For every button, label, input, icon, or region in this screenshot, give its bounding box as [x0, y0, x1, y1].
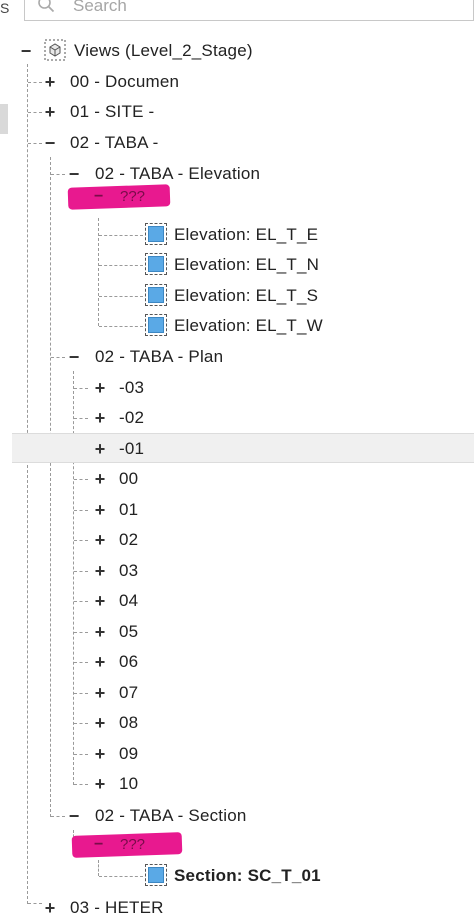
view-icon	[145, 253, 167, 275]
tree-node-label: 01	[119, 500, 139, 519]
redaction-mark: − ???	[67, 184, 171, 210]
collapse-toggle[interactable]: −	[67, 165, 81, 183]
tree-node-level[interactable]: + -03	[0, 373, 474, 403]
expand-toggle[interactable]: +	[93, 592, 107, 610]
tree-node-label: 02 - TABA -	[70, 133, 159, 152]
tree-node-label: 03	[119, 561, 139, 580]
expand-toggle[interactable]: +	[43, 103, 57, 121]
tree-node-view[interactable]: Elevation: EL_T_S	[0, 281, 474, 311]
expand-toggle[interactable]: +	[93, 531, 107, 549]
expand-toggle[interactable]: +	[93, 653, 107, 671]
tree-node-level[interactable]: + 07	[0, 678, 474, 708]
view-icon	[145, 223, 167, 245]
tree-node-level[interactable]: + 03	[0, 556, 474, 586]
expand-toggle[interactable]: +	[43, 73, 57, 91]
tree-node-label: Elevation: EL_T_S	[174, 286, 319, 305]
tree-node-level[interactable]: + 09	[0, 739, 474, 769]
tree-node-level[interactable]: + 00	[0, 464, 474, 494]
tree-node-level[interactable]: + 08	[0, 708, 474, 738]
tree-node-label: -02	[119, 408, 145, 427]
tree-node-label: 06	[119, 652, 139, 671]
tree-node-label: 05	[119, 622, 139, 641]
tree-node-label: ???	[120, 836, 146, 853]
tree-node-level[interactable]: + 01	[0, 495, 474, 525]
expand-toggle[interactable]: +	[93, 501, 107, 519]
tree-node-label: -03	[119, 378, 145, 397]
tree-node-level[interactable]: + 05	[0, 617, 474, 647]
collapse-toggle[interactable]: −	[94, 836, 103, 854]
expand-toggle[interactable]: +	[93, 379, 107, 397]
tree-node-view[interactable]: Elevation: EL_T_N	[0, 250, 474, 280]
expand-toggle[interactable]: +	[93, 714, 107, 732]
view-icon	[145, 284, 167, 306]
expand-toggle[interactable]: +	[93, 440, 107, 458]
tree-node-label: 04	[119, 591, 139, 610]
expand-toggle[interactable]: +	[93, 775, 107, 793]
tree-node-label: 02 - TABA - Plan	[95, 347, 224, 366]
expand-toggle[interactable]: +	[93, 745, 107, 763]
tree-node-label: 09	[119, 744, 139, 763]
collapse-toggle[interactable]: −	[19, 42, 33, 60]
expand-toggle[interactable]: +	[93, 623, 107, 641]
tree-node-label: ???	[120, 188, 146, 205]
collapse-toggle[interactable]: −	[43, 134, 57, 152]
tree-node-view[interactable]: Elevation: EL_T_E	[0, 220, 474, 250]
expand-toggle[interactable]: +	[93, 684, 107, 702]
expand-toggle[interactable]: +	[43, 899, 57, 917]
tree-node-label: 01 - SITE -	[70, 102, 155, 121]
highlight-scribble	[67, 184, 171, 210]
tree-node-group[interactable]: + 03 - HETER	[0, 893, 474, 923]
collapse-toggle[interactable]: −	[94, 188, 103, 206]
tree-node-group[interactable]: + 01 - SITE -	[0, 97, 474, 127]
redaction-mark: − ???	[71, 832, 183, 858]
tree-node-level[interactable]: + 04	[0, 586, 474, 616]
tree-node-label: 02 - TABA - Elevation	[95, 164, 261, 183]
view-icon	[145, 314, 167, 336]
tree-node-level[interactable]: + 10	[0, 769, 474, 799]
tree-node-view[interactable]: Section: SC_T_01	[0, 861, 474, 891]
tree-node-label: 02	[119, 530, 139, 549]
tree-node-label: Elevation: EL_T_E	[174, 225, 319, 244]
expand-toggle[interactable]: +	[93, 562, 107, 580]
expand-toggle[interactable]: +	[93, 409, 107, 427]
tree-node-section[interactable]: − 02 - TABA - Section	[0, 801, 474, 831]
collapse-toggle[interactable]: −	[67, 807, 81, 825]
tree-node-label: 07	[119, 683, 139, 702]
tree-node-label: Elevation: EL_T_W	[174, 316, 323, 335]
tree-node-label: 08	[119, 713, 139, 732]
tree-node-level-selected[interactable]: + -01	[12, 433, 474, 463]
tree-node-group[interactable]: + 00 - Documen	[0, 67, 474, 97]
tree-node-views-root[interactable]: − Views (Level_2_Stage)	[0, 36, 474, 66]
tree-node-label: 00	[119, 469, 139, 488]
tree-node-label: 10	[119, 774, 139, 793]
tree-node-label: Views (Level_2_Stage)	[74, 41, 253, 60]
tree-node-label: 02 - TABA - Section	[95, 806, 247, 825]
tree-node-level[interactable]: + -02	[0, 403, 474, 433]
views-icon	[44, 39, 66, 61]
collapse-toggle[interactable]: −	[67, 348, 81, 366]
tree-node-elevation[interactable]: − 02 - TABA - Elevation	[0, 159, 474, 189]
view-icon	[145, 864, 167, 886]
tree-node-label: 00 - Documen	[70, 72, 180, 91]
tree-node-label: 03 - HETER	[70, 898, 164, 917]
tree-node-level[interactable]: + 06	[0, 647, 474, 677]
tree-node-level[interactable]: + 02	[0, 525, 474, 555]
tree-node-plan[interactable]: − 02 - TABA - Plan	[0, 342, 474, 372]
tree-node-group[interactable]: − 02 - TABA -	[0, 128, 474, 158]
tree-node-view[interactable]: Elevation: EL_T_W	[0, 311, 474, 341]
project-browser-tree: − Views (Level_2_Stage) + 00 - Documen +…	[0, 0, 474, 917]
tree-node-label: Section: SC_T_01	[174, 866, 321, 885]
expand-toggle[interactable]: +	[93, 470, 107, 488]
tree-node-label: Elevation: EL_T_N	[174, 255, 320, 274]
tree-node-label: -01	[119, 439, 145, 458]
